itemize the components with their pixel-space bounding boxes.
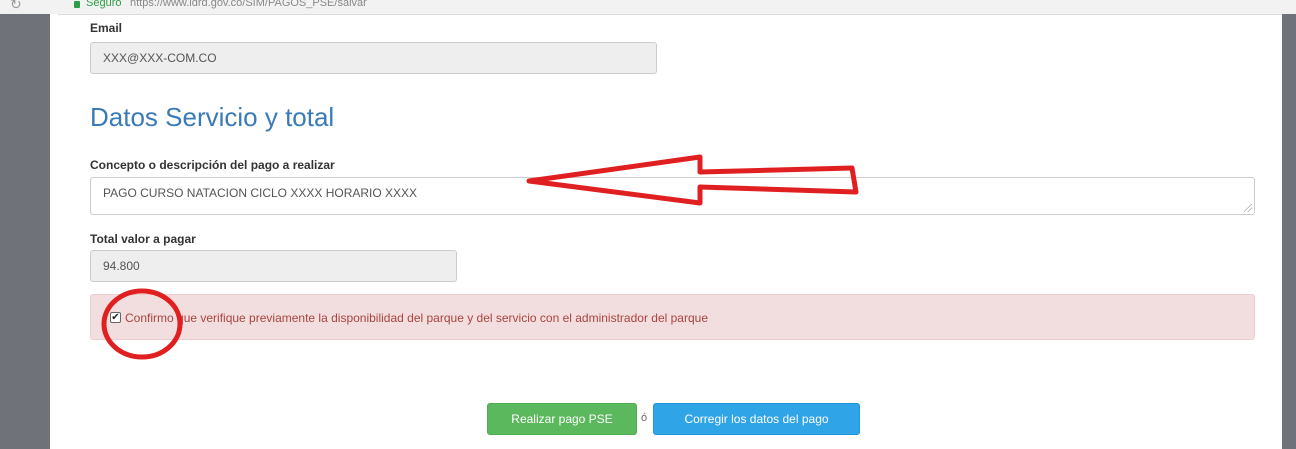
resize-grip-icon[interactable] <box>1244 204 1252 212</box>
concept-textarea[interactable]: PAGO CURSO NATACION CICLO XXXX HORARIO X… <box>90 177 1255 215</box>
pay-pse-button[interactable]: Realizar pago PSE <box>487 403 637 435</box>
url-text[interactable]: https://www.idrd.gov.co/SIM/PAGOS_PSE/sa… <box>130 0 367 9</box>
page-gutter-left <box>0 14 58 449</box>
page-gutter-right <box>1282 14 1296 449</box>
reload-icon[interactable]: ↻ <box>10 0 22 13</box>
total-label: Total valor a pagar <box>90 232 196 246</box>
confirm-text[interactable]: Confirmo que verifique previamente la di… <box>125 311 708 325</box>
correct-data-button[interactable]: Corregir los datos del pago <box>653 403 860 435</box>
email-field[interactable]: XXX@XXX-COM.CO <box>90 42 657 74</box>
secure-label: Seguro <box>86 0 122 9</box>
confirm-alert: ✔ Confirmo que verifique previamente la … <box>90 294 1255 340</box>
or-separator: ó <box>641 412 648 424</box>
email-label: Email <box>90 21 123 35</box>
confirm-checkbox[interactable]: ✔ <box>110 312 121 323</box>
lock-icon <box>74 1 80 8</box>
total-field[interactable]: 94.800 <box>90 250 457 282</box>
browser-address-bar: ↻ Seguro https://www.idrd.gov.co/SIM/PAG… <box>0 0 1296 15</box>
concept-value: PAGO CURSO NATACION CICLO XXXX HORARIO X… <box>103 186 418 200</box>
concept-label: Concepto o descripción del pago a realiz… <box>90 158 335 172</box>
section-title: Datos Servicio y total <box>90 102 335 132</box>
